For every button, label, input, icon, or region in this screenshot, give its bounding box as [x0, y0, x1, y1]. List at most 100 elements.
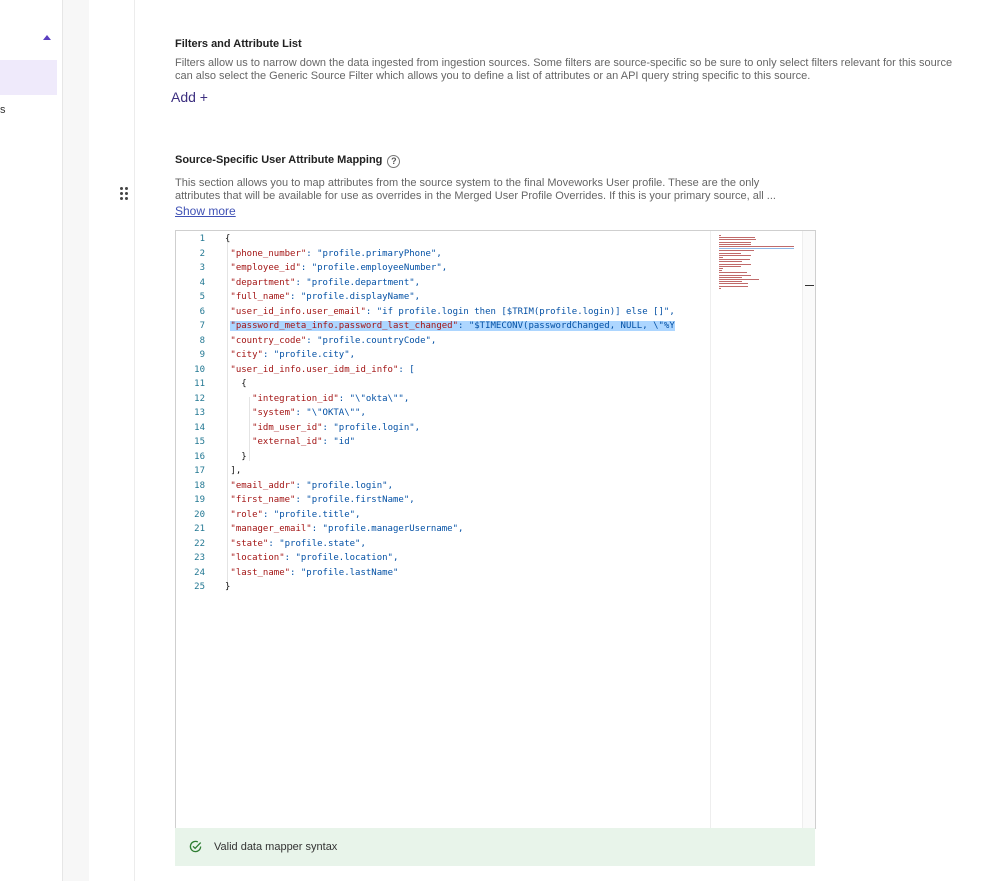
- json-value: : "profile.login",: [295, 480, 393, 491]
- json-key: "integration_id": [252, 393, 339, 404]
- json-value: : "\"OKTA\"",: [295, 408, 366, 418]
- json-key: "external_id": [252, 437, 323, 447]
- json-value: : "profile.title",: [262, 509, 361, 520]
- minimap-line: [719, 248, 794, 250]
- code-area[interactable]: 1{2 "phone_number": "profile.primaryPhon…: [176, 232, 710, 826]
- minimap-line: [719, 250, 755, 252]
- code-line[interactable]: 1{: [176, 232, 710, 247]
- line-number: 5: [199, 292, 205, 302]
- code-editor[interactable]: 1{2 "phone_number": "profile.primaryPhon…: [175, 230, 816, 829]
- code-content: "system": "\"OKTA\"",: [252, 408, 366, 418]
- show-more-link[interactable]: Show more: [175, 204, 236, 218]
- line-number: 19: [194, 495, 205, 505]
- code-line[interactable]: 17 ],: [176, 464, 710, 479]
- code-line[interactable]: 4 "department": "profile.department",: [176, 276, 710, 291]
- editor-minimap[interactable]: [710, 231, 803, 828]
- line-number: 12: [194, 393, 205, 404]
- json-value: : "profile.primaryPhone",: [306, 248, 442, 259]
- code-text: "user_id_info.user_email": "if profile.l…: [225, 305, 674, 320]
- add-filter-button[interactable]: Add +: [171, 89, 208, 105]
- code-line[interactable]: 14 "idm_user_id": "profile.login",: [176, 421, 710, 436]
- code-content: "first_name": "profile.firstName",: [230, 495, 414, 505]
- code-content: }: [225, 582, 230, 592]
- code-line[interactable]: 2 "phone_number": "profile.primaryPhone"…: [176, 247, 710, 262]
- selected-code: "password_meta_info.password_last_change…: [230, 321, 675, 331]
- minimap-line: [719, 246, 794, 247]
- json-key: "country_code": [230, 335, 307, 346]
- code-content: "role": "profile.title",: [230, 510, 360, 520]
- code-line[interactable]: 9 "city": "profile.city",: [176, 348, 710, 363]
- code-text: {: [225, 377, 247, 392]
- code-text: "idm_user_id": "profile.login",: [225, 421, 420, 436]
- code-content: ],: [230, 466, 241, 476]
- code-line[interactable]: 10 "user_id_info.user_idm_id_info": [: [176, 363, 710, 378]
- code-content: "city": "profile.city",: [230, 350, 355, 360]
- json-key: "department": [230, 277, 296, 288]
- code-text: {: [225, 232, 230, 247]
- help-icon[interactable]: ?: [387, 155, 401, 168]
- code-line[interactable]: 11 {: [176, 377, 710, 392]
- code-text: "state": "profile.state",: [225, 537, 365, 552]
- mapping-description-line-1: This section allows you to map attribute…: [175, 177, 760, 189]
- code-text: "full_name": "profile.displayName",: [225, 290, 420, 305]
- code-line[interactable]: 16 }: [176, 450, 710, 465]
- editor-scrollbar[interactable]: [802, 231, 815, 828]
- code-line[interactable]: 7 "password_meta_info.password_last_chan…: [176, 319, 710, 334]
- line-number: 24: [194, 567, 205, 578]
- check-circle-icon: [189, 840, 202, 853]
- code-line[interactable]: 20 "role": "profile.title",: [176, 508, 710, 523]
- minimap-line: [719, 281, 743, 283]
- json-key: "location": [230, 553, 285, 563]
- minimap-line: [719, 283, 748, 285]
- line-number: 25: [194, 582, 205, 592]
- code-line[interactable]: 15 "external_id": "id": [176, 435, 710, 450]
- code-line[interactable]: 23 "location": "profile.location",: [176, 551, 710, 566]
- sidebar-active-item[interactable]: [0, 60, 57, 95]
- collapse-caret-icon[interactable]: [43, 35, 51, 40]
- minimap-line: [719, 265, 741, 267]
- code-line[interactable]: 19 "first_name": "profile.firstName",: [176, 493, 710, 508]
- json-punctuation: {: [241, 379, 247, 389]
- scrollbar-cursor-mark: [805, 285, 814, 286]
- code-content: "user_id_info.user_email": "if profile.l…: [230, 307, 674, 317]
- page-gutter: [63, 0, 89, 881]
- json-key: "password_meta_info.password_last_change…: [230, 321, 458, 331]
- line-number: 20: [194, 509, 205, 520]
- json-key: "first_name": [230, 495, 296, 505]
- code-line[interactable]: 25}: [176, 580, 710, 595]
- minimap-line: [719, 237, 755, 239]
- minimap-line: [719, 259, 750, 261]
- code-line[interactable]: 24 "last_name": "profile.lastName": [176, 566, 710, 581]
- code-content: "integration_id": "\"okta\"",: [252, 394, 409, 404]
- code-line[interactable]: 8 "country_code": "profile.countryCode",: [176, 334, 710, 349]
- code-text: "country_code": "profile.countryCode",: [225, 334, 436, 349]
- json-value: : "profile.countryCode",: [306, 335, 437, 346]
- code-line[interactable]: 3 "employee_id": "profile.employeeNumber…: [176, 261, 710, 276]
- json-key: "manager_email": [230, 524, 312, 534]
- code-text: }: [225, 580, 230, 595]
- line-number: 3: [199, 263, 205, 273]
- drag-handle-icon[interactable]: [119, 186, 131, 202]
- json-key: "phone_number": [230, 248, 307, 259]
- mapping-description-line-2: attributes that will be available for us…: [175, 190, 776, 202]
- validation-message: Valid data mapper syntax: [214, 841, 338, 853]
- code-line[interactable]: 5 "full_name": "profile.displayName",: [176, 290, 710, 305]
- code-line[interactable]: 21 "manager_email": "profile.managerUser…: [176, 522, 710, 537]
- json-key: "full_name": [230, 292, 291, 302]
- code-line[interactable]: 6 "user_id_info.user_email": "if profile…: [176, 305, 710, 320]
- json-punctuation: }: [225, 582, 231, 592]
- code-line[interactable]: 12 "integration_id": "\"okta\"",: [176, 392, 710, 407]
- json-value: : "profile.managerUsername",: [311, 524, 464, 534]
- code-line[interactable]: 18 "email_addr": "profile.login",: [176, 479, 710, 494]
- code-line[interactable]: 13 "system": "\"OKTA\"",: [176, 406, 710, 421]
- column-divider: [134, 0, 135, 881]
- line-number: 11: [194, 379, 205, 389]
- code-line[interactable]: 22 "state": "profile.state",: [176, 537, 710, 552]
- code-text: "email_addr": "profile.login",: [225, 479, 393, 494]
- sidebar-item-label-fragment[interactable]: s: [0, 104, 6, 116]
- code-content: {: [225, 234, 230, 244]
- code-text: "system": "\"OKTA\"",: [225, 406, 366, 421]
